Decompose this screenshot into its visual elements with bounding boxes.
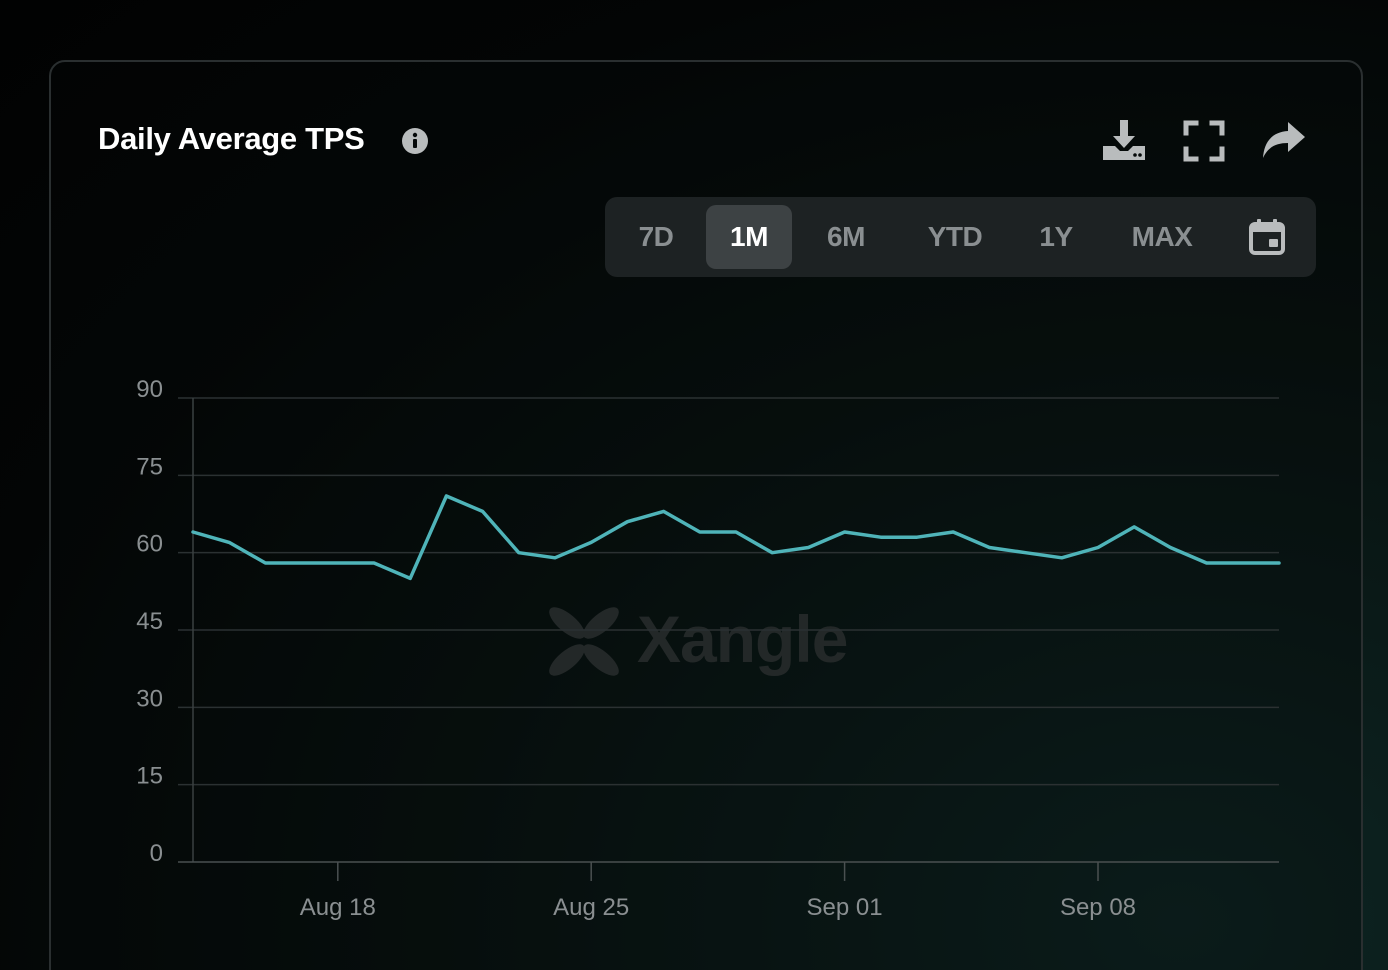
y-tick-label: 15 <box>136 763 163 790</box>
series-line <box>191 494 1281 581</box>
line-chart: 0 15 30 45 60 75 90 Aug 18 Aug 25 Sep 01 Sep 08 <box>136 376 1281 921</box>
y-tick-label: 60 <box>136 531 163 558</box>
y-tick-label: 90 <box>136 376 163 403</box>
y-tick-label: 0 <box>150 840 163 867</box>
y-tick-label: 45 <box>136 608 163 635</box>
x-tick-label: Sep 01 <box>807 894 883 921</box>
x-axis: Aug 18 Aug 25 Sep 01 Sep 08 <box>300 862 1136 921</box>
x-tick-label: Aug 18 <box>300 894 376 921</box>
y-tick-label: 75 <box>136 453 163 480</box>
grid-lines <box>178 397 1279 863</box>
series <box>191 494 1281 581</box>
page: Daily Average TPS 7D 1M 6M YTD 1Y MAX Xa… <box>0 0 1388 970</box>
y-axis: 0 15 30 45 60 75 90 <box>136 376 163 867</box>
y-tick-label: 30 <box>136 685 163 712</box>
x-tick-label: Aug 25 <box>553 894 629 921</box>
x-tick-label: Sep 08 <box>1060 894 1136 921</box>
